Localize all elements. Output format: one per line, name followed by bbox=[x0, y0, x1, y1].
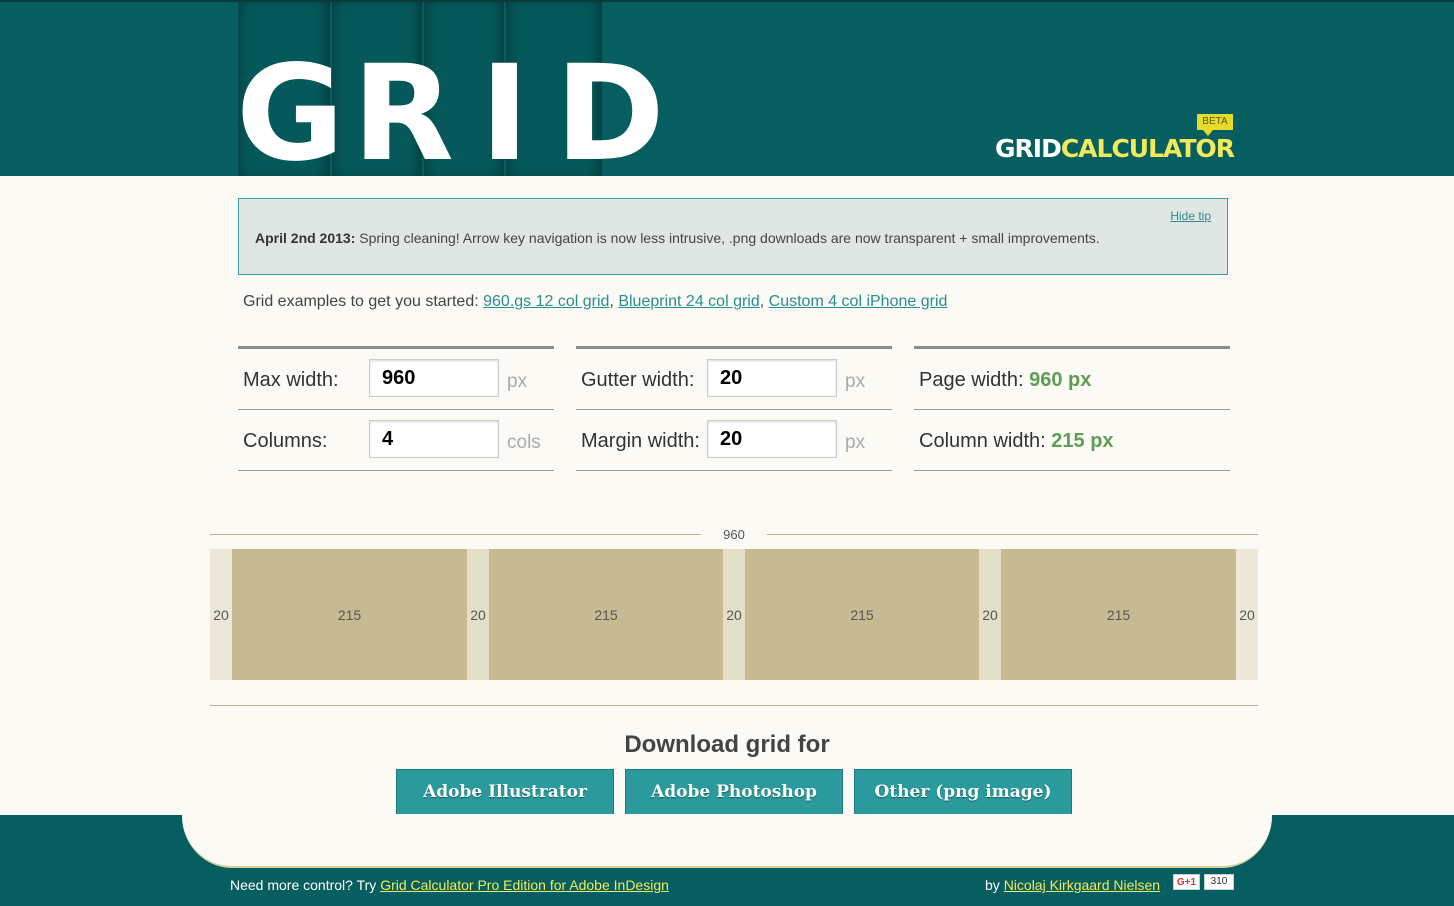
column-3-value: 215 bbox=[850, 607, 874, 623]
columns-row: Columns: 4 cols bbox=[238, 410, 554, 471]
site-header: GR I D GRIDCALCULATOR BETA bbox=[0, 0, 1454, 180]
column-1-value: 215 bbox=[337, 607, 362, 623]
grid-examples: Grid examples to get you started: 960.gs… bbox=[243, 293, 948, 310]
gutter-width-input[interactable]: 20 bbox=[707, 359, 837, 397]
max-width-unit: px bbox=[507, 371, 528, 392]
column-width-result: Column width: 215 px bbox=[919, 430, 1114, 453]
google-plus-button[interactable]: G+1 bbox=[1173, 874, 1200, 890]
column-2-value: 215 bbox=[594, 607, 618, 623]
max-width-label: Max width: bbox=[243, 369, 339, 391]
download-png-button[interactable]: Other (png image) bbox=[854, 769, 1072, 815]
tip-message: April 2nd 2013: Spring cleaning! Arrow k… bbox=[255, 230, 1100, 246]
page-width-value: 960 px bbox=[1029, 369, 1092, 391]
example-iphone-link[interactable]: Custom 4 col iPhone grid bbox=[769, 293, 948, 310]
max-width-row: Max width: 960 px bbox=[238, 349, 554, 410]
margin-width-input[interactable]: 20 bbox=[707, 420, 837, 458]
beta-badge: BETA bbox=[1197, 114, 1233, 136]
margin-right-value: 20 bbox=[1239, 607, 1255, 623]
logo-letter-g: G bbox=[236, 37, 353, 191]
gutter-1-value: 20 bbox=[470, 607, 486, 623]
header-top-border bbox=[0, 0, 1454, 2]
margin-width-label: Margin width: bbox=[581, 430, 700, 452]
tip-box: April 2nd 2013: Spring cleaning! Arrow k… bbox=[238, 198, 1228, 275]
google-plus-count: 310 bbox=[1204, 874, 1234, 890]
panel-spacing: Gutter width: 20 px Margin width: 20 px bbox=[576, 346, 892, 473]
column-width-row: Column width: 215 px bbox=[914, 410, 1230, 471]
tip-date: April 2nd 2013: bbox=[255, 230, 356, 246]
brand-calculator: CALCULATOR bbox=[1060, 134, 1235, 163]
panel-size: Max width: 960 px Columns: 4 cols bbox=[238, 346, 554, 473]
brand-grid: GRID bbox=[995, 134, 1062, 163]
brand-name: GRIDCALCULATOR bbox=[995, 134, 1235, 163]
page-width-result: Page width: 960 px bbox=[919, 369, 1091, 392]
grid-preview: 960 20 215 20 215 20 215 20 215 20 bbox=[210, 525, 1258, 707]
gutter-3-value: 20 bbox=[982, 607, 998, 623]
example-960gs-link[interactable]: 960.gs 12 col grid bbox=[483, 293, 609, 310]
pro-edition-link[interactable]: Grid Calculator Pro Edition for Adobe In… bbox=[380, 877, 669, 893]
example-blueprint-link[interactable]: Blueprint 24 col grid bbox=[618, 293, 759, 310]
max-width-input[interactable]: 960 bbox=[369, 359, 499, 397]
margin-width-unit: px bbox=[845, 432, 866, 453]
footer-curve bbox=[182, 814, 1272, 868]
logo-letter-r: R bbox=[352, 37, 463, 191]
tip-text: Spring cleaning! Arrow key navigation is… bbox=[359, 230, 1100, 246]
site-logo[interactable]: GR I D bbox=[236, 48, 673, 180]
logo-letter-i: I bbox=[480, 37, 538, 191]
columns-input[interactable]: 4 bbox=[369, 420, 499, 458]
gutter-width-unit: px bbox=[845, 371, 866, 392]
download-photoshop-button[interactable]: Adobe Photoshop bbox=[625, 769, 843, 815]
grid-bottom-divider bbox=[210, 705, 1258, 706]
hide-tip-link[interactable]: Hide tip bbox=[1170, 209, 1211, 223]
page-width-row: Page width: 960 px bbox=[914, 349, 1230, 410]
column-width-value: 215 px bbox=[1051, 430, 1114, 452]
total-width-label: 960 bbox=[723, 527, 745, 542]
panel-results: Page width: 960 px Column width: 215 px bbox=[914, 346, 1230, 473]
columns-label: Columns: bbox=[243, 430, 328, 452]
page-width-label: Page width: bbox=[919, 369, 1024, 391]
footer-promo: Need more control? Try Grid Calculator P… bbox=[230, 877, 669, 893]
footer-credit: by Nicolaj Kirkgaard Nielsen bbox=[985, 877, 1160, 893]
gutter-width-label: Gutter width: bbox=[581, 369, 695, 391]
margin-width-row: Margin width: 20 px bbox=[576, 410, 892, 471]
download-title: Download grid for bbox=[624, 731, 830, 758]
gutter-2-value: 20 bbox=[726, 607, 742, 623]
column-width-label: Column width: bbox=[919, 430, 1046, 452]
footer-promo-text: Need more control? Try bbox=[230, 877, 377, 893]
margin-left-value: 20 bbox=[213, 607, 229, 623]
author-link[interactable]: Nicolaj Kirkgaard Nielsen bbox=[1004, 877, 1160, 893]
gutter-width-row: Gutter width: 20 px bbox=[576, 349, 892, 410]
download-illustrator-button[interactable]: Adobe Illustrator bbox=[396, 769, 614, 815]
logo-letter-d: D bbox=[555, 37, 673, 191]
columns-unit: cols bbox=[507, 432, 541, 453]
footer-credit-text: by bbox=[985, 877, 1000, 893]
column-4-value: 215 bbox=[1106, 607, 1131, 623]
examples-intro: Grid examples to get you started: bbox=[243, 293, 479, 310]
